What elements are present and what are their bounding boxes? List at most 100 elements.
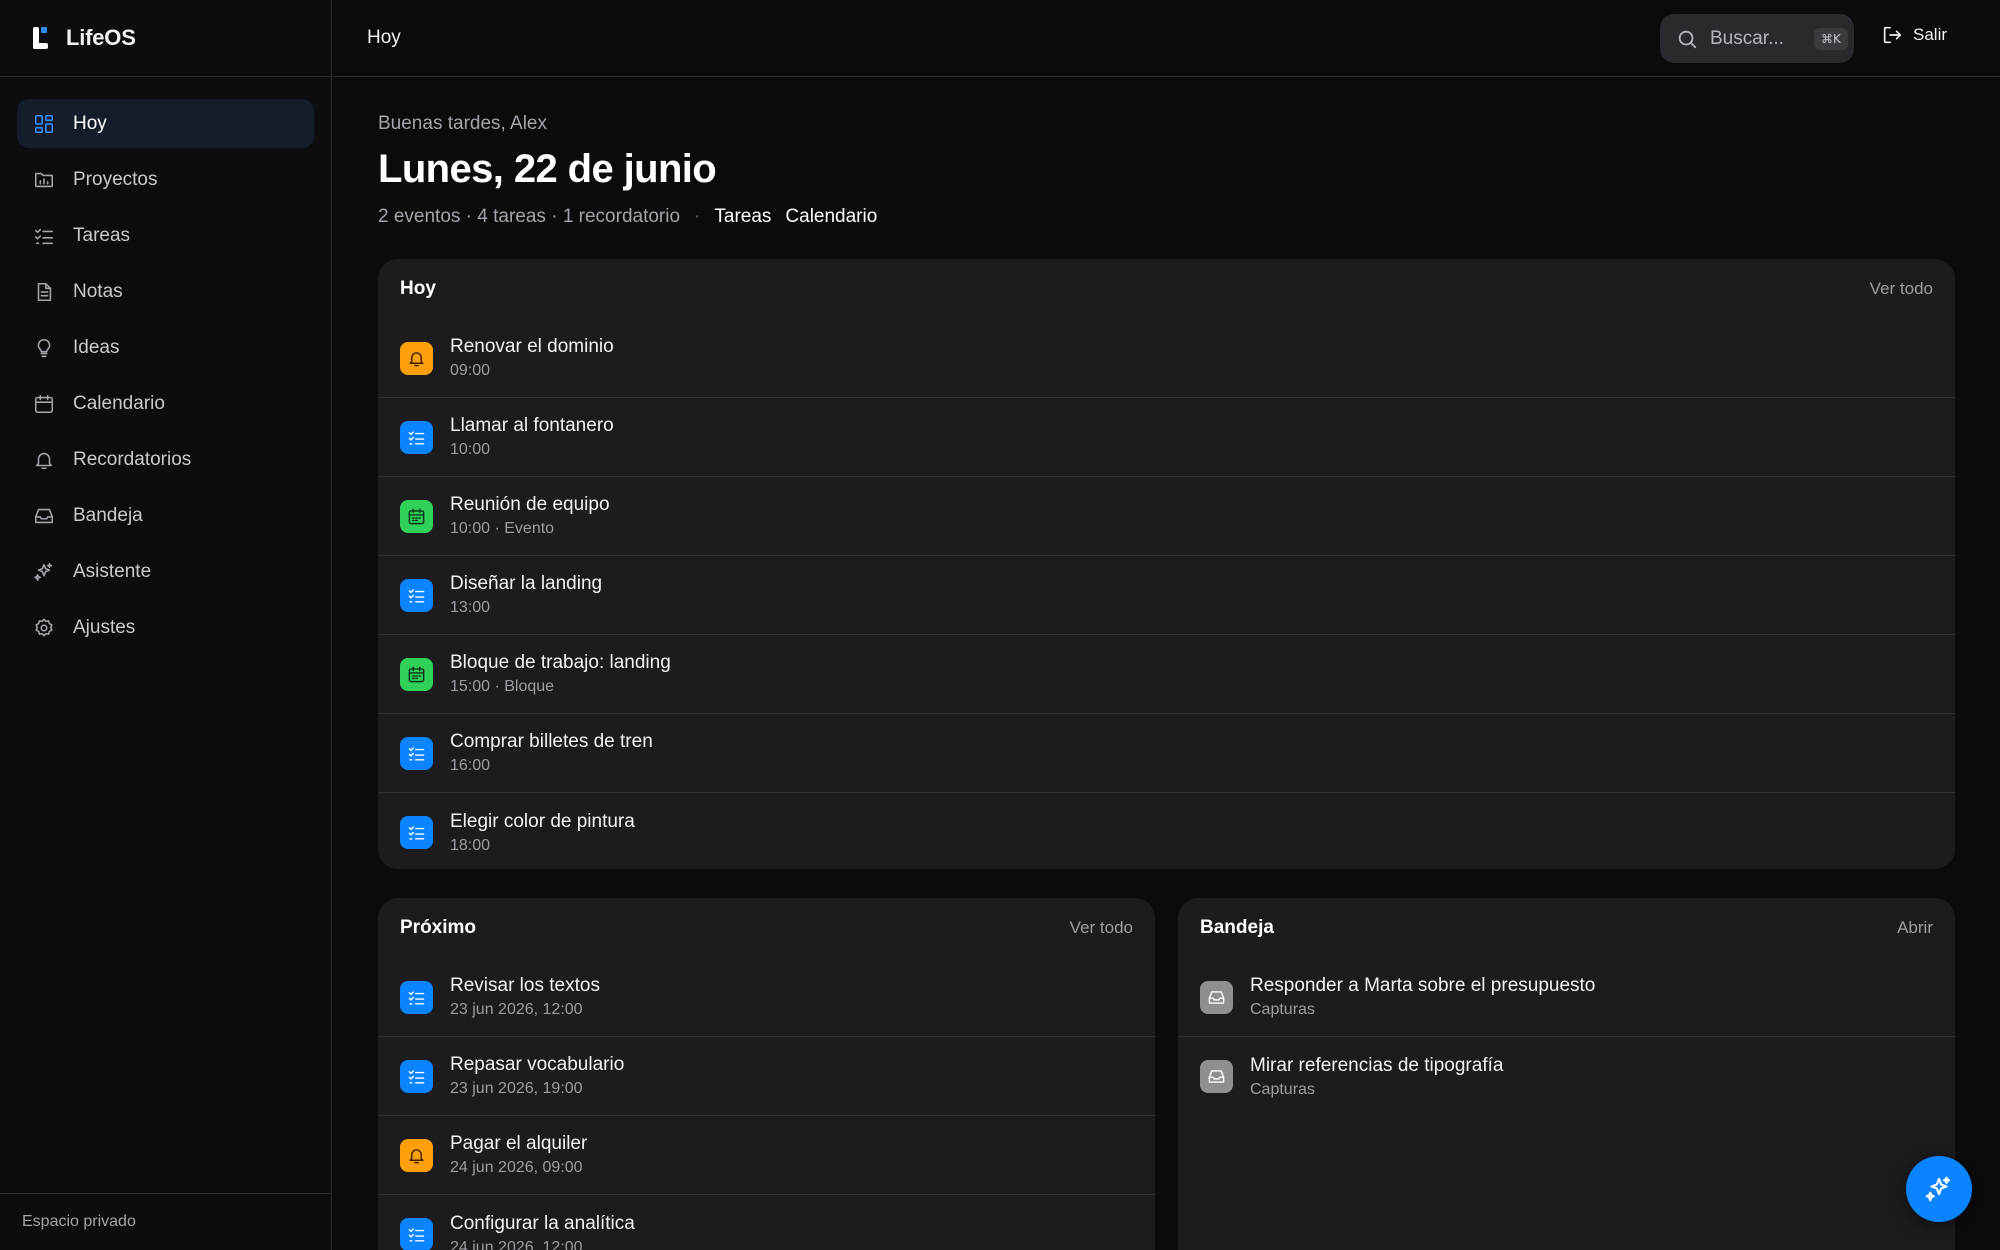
search-input[interactable]	[1710, 27, 1802, 50]
list-item[interactable]: Bloque de trabajo: landing 15:00 · Bloque	[378, 635, 1955, 714]
list-item[interactable]: Mirar referencias de tipografía Capturas	[1178, 1037, 1955, 1116]
logout-icon	[1883, 26, 1902, 44]
item-subtitle: Capturas	[1250, 1001, 1315, 1018]
bell-icon	[400, 341, 433, 375]
sidebar-item-label: Bandeja	[73, 504, 143, 526]
inbox-icon	[1200, 980, 1233, 1014]
list-item[interactable]: Llamar al fontanero 10:00	[378, 398, 1955, 477]
sidebar-item-label: Hoy	[73, 112, 107, 134]
item-text: Diseñar la landing 13:00	[450, 573, 602, 617]
assistant-fab[interactable]	[1906, 1156, 1972, 1222]
card-title: Hoy	[400, 278, 436, 299]
link-tareas[interactable]: Tareas	[714, 206, 771, 228]
folder-icon	[34, 172, 54, 187]
link-calendario[interactable]: Calendario	[785, 206, 877, 228]
see-all-link[interactable]: Ver todo	[1070, 918, 1133, 938]
item-subtitle: 23 jun 2026, 19:00	[450, 1080, 583, 1097]
card-header: Bandeja Abrir	[1178, 898, 1955, 958]
checklist-icon	[400, 816, 433, 849]
item-subtitle: Capturas	[1250, 1080, 1315, 1098]
checklist-icon	[400, 1218, 433, 1250]
search-box[interactable]: ⌘K	[1660, 14, 1854, 63]
calendar-icon	[400, 657, 433, 691]
topbar: Hoy ⌘K Salir	[333, 0, 2000, 77]
item-title: Pagar el alquiler	[450, 1133, 588, 1154]
inbox-icon	[34, 508, 54, 523]
item-text: Bloque de trabajo: landing 15:00 · Bloque	[450, 652, 671, 696]
sidebar-item-ideas[interactable]: Ideas	[17, 323, 314, 372]
upcoming-card: Próximo Ver todo Revisar los textos 23 ju…	[378, 898, 1155, 1250]
today-list: Renovar el dominio 09:00 Llamar al fontane…	[378, 319, 1955, 869]
item-text: Llamar al fontanero 10:00	[450, 415, 614, 459]
greeting: Buenas tardes, Alex	[378, 113, 547, 134]
sidebar-item-label: Ideas	[73, 336, 120, 358]
list-item[interactable]: Diseñar la landing 13:00	[378, 556, 1955, 635]
list-item[interactable]: Reunión de equipo 10:00 · Evento	[378, 477, 1955, 556]
checklist-icon	[400, 420, 433, 454]
checklist-icon	[400, 736, 433, 770]
sidebar-item-tareas[interactable]: Tareas	[17, 211, 314, 260]
upcoming-list: Revisar los textos 23 jun 2026, 12:00 Repa…	[378, 958, 1155, 1250]
open-link[interactable]: Abrir	[1897, 918, 1933, 938]
item-text: Mirar referencias de tipografía Capturas	[1250, 1055, 1503, 1099]
item-text: Pagar el alquiler 24 jun 2026, 09:00	[450, 1133, 587, 1177]
item-text: Renovar el dominio 09:00	[450, 336, 614, 380]
item-title: Configurar la analítica	[450, 1212, 635, 1234]
item-text: Repasar vocabulario 23 jun 2026, 19:00	[450, 1054, 624, 1098]
sidebar-item-hoy[interactable]: Hoy	[17, 99, 314, 148]
item-subtitle: 24 jun 2026, 12:00	[450, 1238, 583, 1250]
see-all-link[interactable]: Ver todo	[1870, 279, 1933, 299]
sidebar: LifeOS Hoy Proyectos Tareas Notas Ideas …	[0, 0, 332, 1250]
list-item[interactable]: Configurar la analítica 24 jun 2026, 12:0…	[378, 1195, 1155, 1250]
brand[interactable]: LifeOS	[0, 0, 331, 77]
checklist-icon	[400, 980, 433, 1014]
sidebar-item-label: Notas	[73, 280, 123, 302]
logout-label: Salir	[1913, 25, 1948, 44]
item-subtitle: 23 jun 2026, 12:00	[450, 1001, 583, 1018]
separator: ·	[694, 206, 701, 227]
list-item[interactable]: Pagar el alquiler 24 jun 2026, 09:00	[378, 1116, 1155, 1195]
inbox-card: Bandeja Abrir Responder a Marta sobre el…	[1178, 898, 1955, 1250]
item-title: Revisar los textos	[450, 975, 600, 996]
document-icon	[37, 282, 52, 301]
checklist-icon	[400, 1059, 433, 1093]
item-title: Diseñar la landing	[450, 573, 603, 594]
sidebar-item-label: Tareas	[73, 224, 131, 246]
sparkles-icon	[1925, 1176, 1951, 1202]
item-subtitle: 13:00	[450, 599, 491, 616]
list-item[interactable]: Elegir color de pintura 18:00	[378, 793, 1955, 869]
list-item[interactable]: Responder a Marta sobre el presupuesto Ca…	[1178, 958, 1955, 1037]
item-title: Repasar vocabulario	[450, 1054, 625, 1075]
sidebar-item-notas[interactable]: Notas	[17, 267, 314, 316]
card-title: Bandeja	[1200, 917, 1274, 938]
item-subtitle: 10:00 · Evento	[450, 520, 555, 537]
inbox-icon	[1200, 1060, 1233, 1093]
sidebar-item-calendario[interactable]: Calendario	[17, 379, 314, 428]
item-text: Configurar la analítica 24 jun 2026, 12:0…	[450, 1213, 635, 1250]
gear-icon	[35, 618, 53, 637]
sidebar-item-label: Proyectos	[73, 168, 158, 190]
today-card: Hoy Ver todo Renovar el dominio 09:00 Llam…	[378, 259, 1955, 869]
item-text: Elegir color de pintura 18:00	[450, 811, 635, 855]
sidebar-item-ajustes[interactable]: Ajustes	[17, 603, 314, 652]
workspace-label[interactable]: Espacio privado	[0, 1193, 331, 1250]
lifeos-logo-icon	[30, 25, 52, 51]
app-name: LifeOS	[66, 25, 136, 50]
logout-button[interactable]: Salir	[1881, 24, 1947, 46]
list-item[interactable]: Repasar vocabulario 23 jun 2026, 19:00	[378, 1037, 1155, 1116]
sidebar-item-proyectos[interactable]: Proyectos	[17, 155, 314, 204]
lightbulb-icon	[37, 338, 51, 357]
item-title: Renovar el dominio	[450, 336, 614, 357]
list-item[interactable]: Revisar los textos 23 jun 2026, 12:00	[378, 958, 1155, 1037]
bell-icon	[35, 452, 53, 469]
bell-icon	[400, 1138, 433, 1172]
calendar-icon	[400, 499, 433, 533]
list-item[interactable]: Renovar el dominio 09:00	[378, 319, 1955, 398]
checklist-icon	[400, 578, 433, 612]
sidebar-item-recordatorios[interactable]: Recordatorios	[17, 435, 314, 484]
sidebar-item-bandeja[interactable]: Bandeja	[17, 491, 314, 540]
item-title: Responder a Marta sobre el presupuesto	[1250, 975, 1596, 996]
list-item[interactable]: Comprar billetes de tren 16:00	[378, 714, 1955, 793]
page-breadcrumb: Hoy	[367, 27, 401, 48]
sidebar-item-asistente[interactable]: Asistente	[17, 547, 314, 596]
